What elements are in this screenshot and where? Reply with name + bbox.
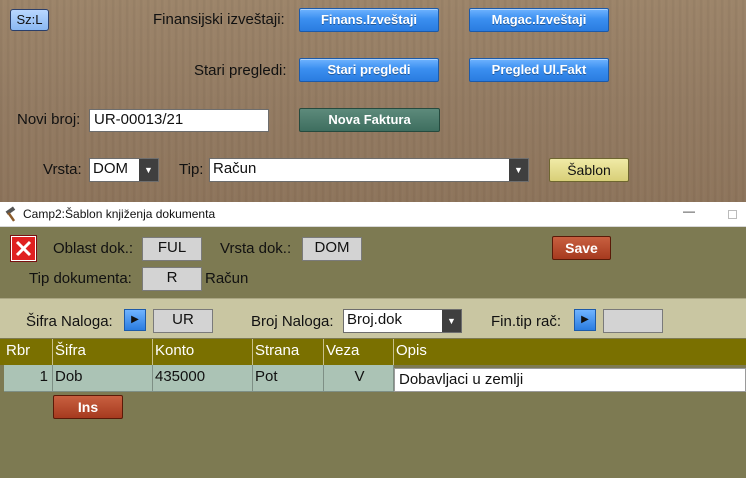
fin-tip-label: Fin.tip rač: — [491, 313, 562, 330]
cell-rbr[interactable]: 1 — [4, 365, 53, 392]
play-arrow-icon[interactable]: ▶ — [574, 309, 596, 331]
cell-konto[interactable]: 435000 — [153, 365, 253, 392]
vrsta-select-value: DOM — [93, 160, 128, 177]
cell-veza[interactable]: V — [324, 365, 394, 392]
sz-button[interactable]: Sz:L — [10, 9, 49, 31]
old-reviews-label: Stari pregledi: — [194, 62, 287, 79]
vrsta-select[interactable]: DOM ▼ — [89, 158, 159, 182]
incoming-invoices-button[interactable]: Pregled Ul.Fakt — [469, 58, 609, 82]
tip-select-value: Račun — [213, 160, 257, 177]
sablon-button[interactable]: Šablon — [549, 158, 629, 182]
tip-dokumenta-label: Tip dokumenta: — [29, 270, 132, 287]
tip-select[interactable]: Račun ▼ — [209, 158, 529, 182]
fin-reports-label: Finansijski izveštaji: — [153, 11, 285, 28]
column-header-strana[interactable]: Strana — [253, 339, 324, 365]
tip-dokumenta-name: Račun — [205, 270, 249, 287]
column-header-opis[interactable]: Opis — [394, 339, 746, 365]
broj-naloga-select[interactable]: Broj.dok ▼ — [343, 309, 462, 333]
vrsta-label: Vrsta: — [43, 161, 82, 178]
new-number-input[interactable]: UR-00013/21 — [89, 109, 269, 132]
tip-label: Tip: — [179, 161, 204, 178]
grid-header: Rbr Šifra Konto Strana Veza Opis — [0, 339, 746, 365]
tip-dokumenta-field: R — [142, 267, 202, 291]
old-reviews-button[interactable]: Stari pregledi — [299, 58, 439, 82]
column-header-veza[interactable]: Veza — [324, 339, 394, 365]
vrsta-dok-label: Vrsta dok.: — [220, 240, 292, 257]
sifra-naloga-label: Šifra Naloga: — [26, 313, 113, 330]
save-button[interactable]: Save — [552, 236, 611, 260]
oblast-field: FUL — [142, 237, 202, 261]
insert-row-button[interactable]: Ins — [53, 395, 123, 419]
dropdown-arrow-icon[interactable]: ▼ — [442, 310, 461, 332]
close-x-icon — [15, 240, 32, 257]
sifra-naloga-field: UR — [153, 309, 213, 333]
dropdown-arrow-icon[interactable]: ▼ — [139, 159, 158, 181]
cell-sifra[interactable]: Dob — [53, 365, 153, 392]
close-dialog-button[interactable] — [10, 235, 37, 262]
vrsta-dok-field: DOM — [302, 237, 362, 261]
magac-reports-button[interactable]: Magac.Izveštaji — [469, 8, 609, 32]
column-header-rbr[interactable]: Rbr — [4, 339, 53, 365]
new-invoice-button[interactable]: Nova Faktura — [299, 108, 440, 132]
broj-naloga-label: Broj Naloga: — [251, 313, 334, 330]
column-header-konto[interactable]: Konto — [153, 339, 253, 365]
dialog-header-area — [0, 227, 746, 298]
new-number-label: Novi broj: — [17, 111, 81, 128]
broj-naloga-value: Broj.dok — [347, 311, 403, 328]
cell-strana[interactable]: Pot — [253, 365, 324, 392]
maximize-button[interactable] — [728, 210, 737, 219]
dropdown-arrow-icon[interactable]: ▼ — [509, 159, 528, 181]
fin-tip-field — [603, 309, 663, 333]
play-arrow-icon[interactable]: ▶ — [124, 309, 146, 331]
dialog-titlebar[interactable]: Camp2:Šablon knjiženja dokumenta — — [0, 202, 746, 227]
minimize-button[interactable]: — — [683, 204, 695, 218]
cell-opis[interactable]: Dobavljaci u zemlji — [394, 368, 746, 392]
dialog-title: Camp2:Šablon knjiženja dokumenta — [23, 207, 216, 221]
oblast-label: Oblast dok.: — [53, 240, 134, 257]
fin-reports-button[interactable]: Finans.Izveštaji — [299, 8, 439, 32]
table-row[interactable]: 1 Dob 435000 Pot V Dobavljaci u zemlji — [0, 365, 746, 392]
column-header-sifra[interactable]: Šifra — [53, 339, 153, 365]
hammer-icon — [5, 206, 16, 222]
